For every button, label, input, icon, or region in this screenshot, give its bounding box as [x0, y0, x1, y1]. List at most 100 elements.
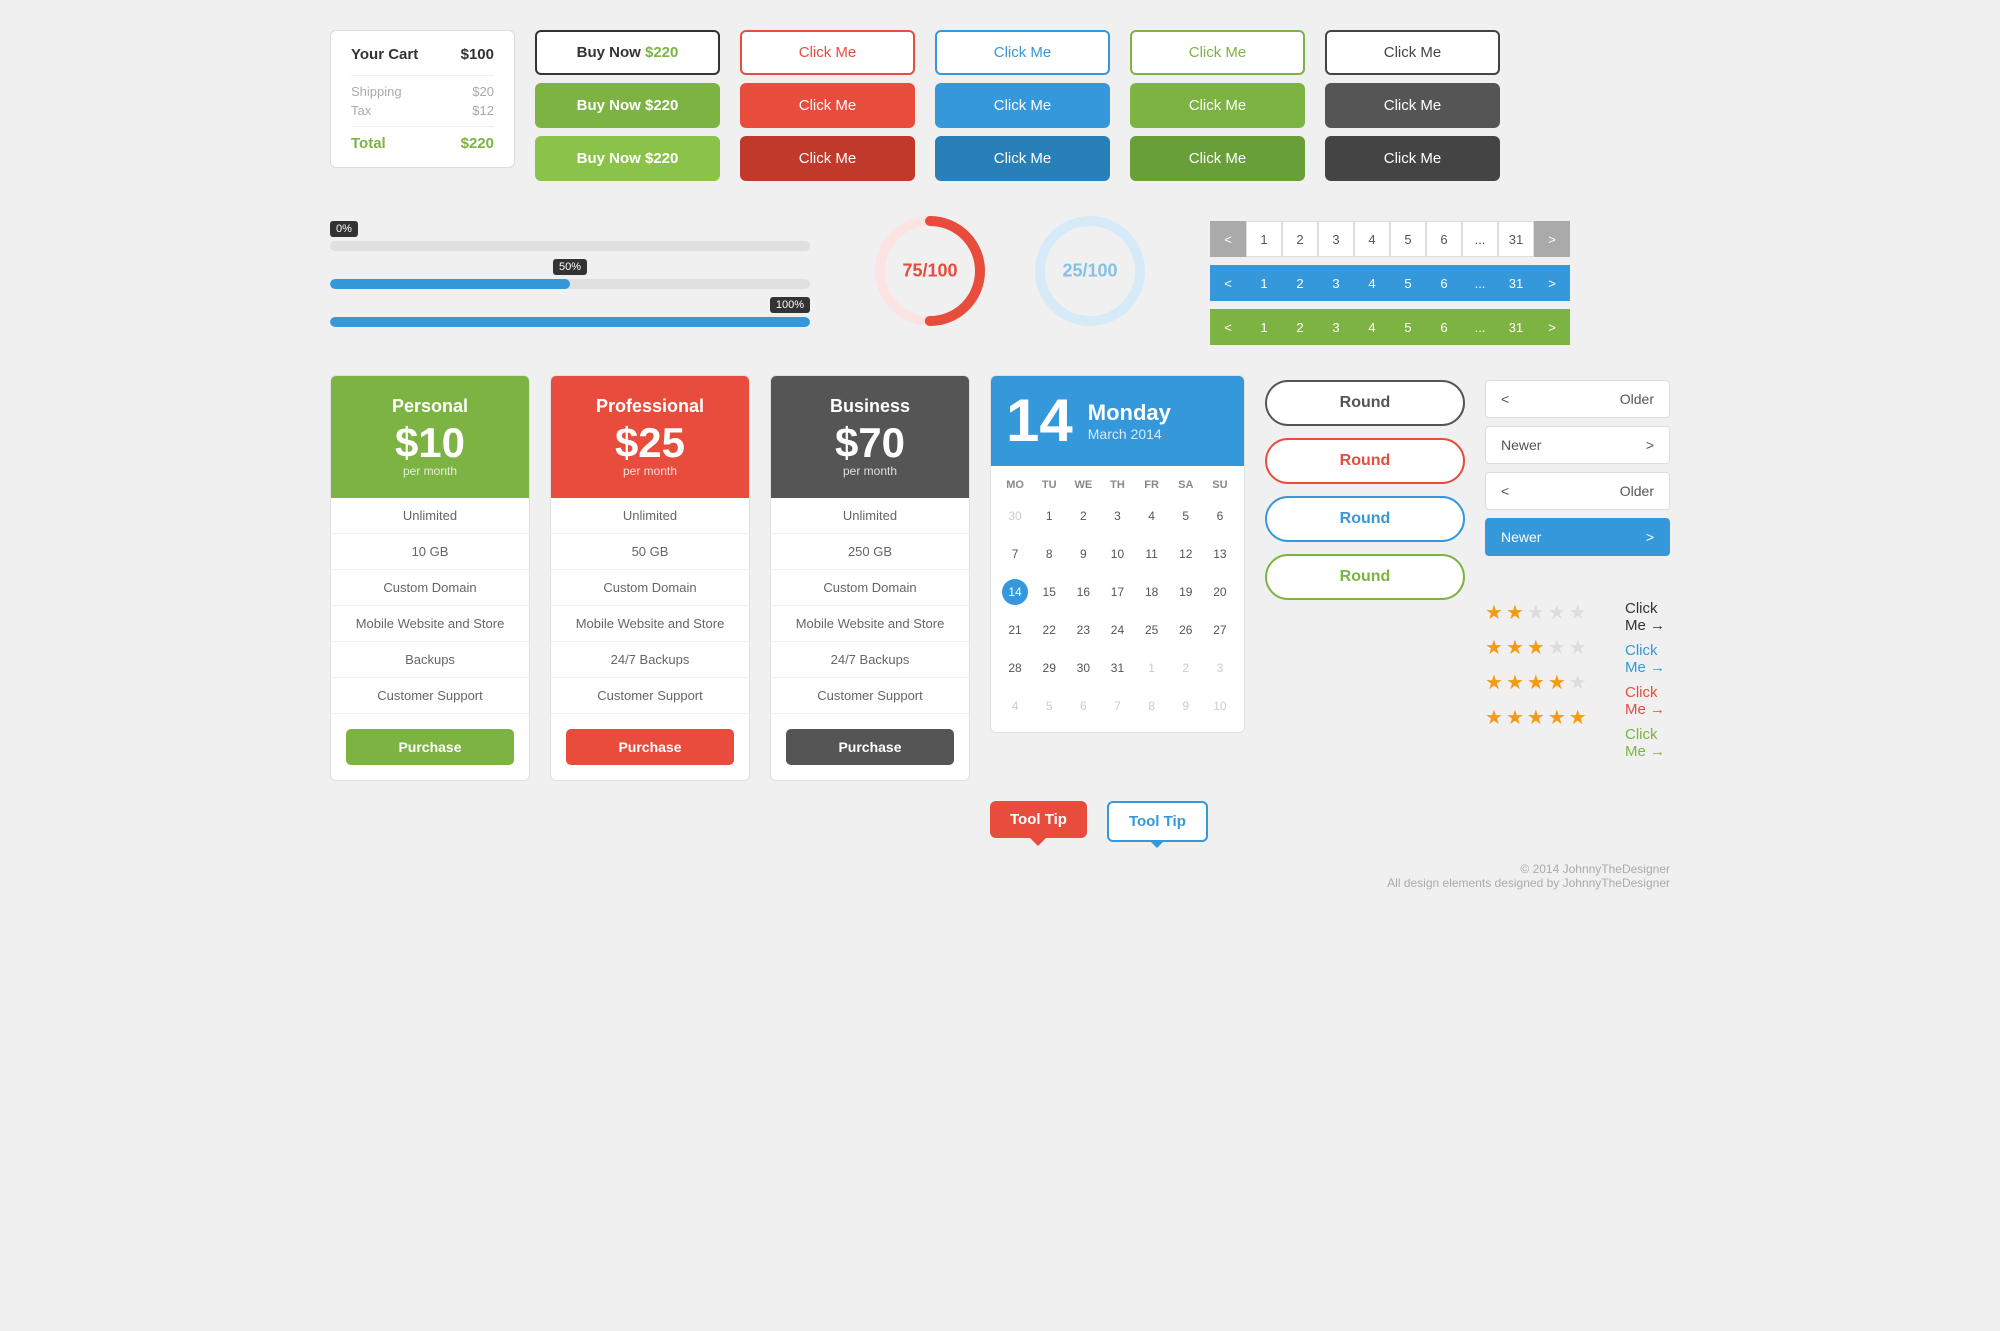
- cal-day[interactable]: 8: [1033, 536, 1065, 572]
- cal-day[interactable]: 8: [1136, 688, 1168, 724]
- round-btn-dark[interactable]: Round: [1265, 380, 1465, 426]
- next-btn-2[interactable]: >: [1534, 265, 1570, 301]
- cal-day[interactable]: 2: [1067, 498, 1099, 534]
- round-btn-green[interactable]: Round: [1265, 554, 1465, 600]
- link-blue[interactable]: Click Me →: [1625, 642, 1670, 676]
- page-4-r1[interactable]: 4: [1354, 221, 1390, 257]
- older-btn-1[interactable]: < Older: [1485, 380, 1670, 418]
- click-me-dark-solid-2[interactable]: Click Me: [1325, 136, 1500, 181]
- click-me-green-solid-1[interactable]: Click Me: [1130, 83, 1305, 128]
- page-1-r3[interactable]: 1: [1246, 309, 1282, 345]
- cal-day[interactable]: 11: [1136, 536, 1168, 572]
- prev-btn-1[interactable]: <: [1210, 221, 1246, 257]
- cal-day[interactable]: 30: [1067, 650, 1099, 686]
- page-31-r3[interactable]: 31: [1498, 309, 1534, 345]
- buy-now-outline-button[interactable]: Buy Now $220: [535, 30, 720, 75]
- cal-day[interactable]: 19: [1170, 574, 1202, 610]
- page-5-r3[interactable]: 5: [1390, 309, 1426, 345]
- buy-now-green-button-1[interactable]: Buy Now $220: [535, 83, 720, 128]
- cal-day[interactable]: 7: [999, 536, 1031, 572]
- page-6-r3[interactable]: 6: [1426, 309, 1462, 345]
- cal-day[interactable]: 23: [1067, 612, 1099, 648]
- progress-track-50[interactable]: [330, 279, 810, 289]
- next-btn-1[interactable]: >: [1534, 221, 1570, 257]
- page-3-r1[interactable]: 3: [1318, 221, 1354, 257]
- cal-day[interactable]: 17: [1101, 574, 1133, 610]
- cal-day[interactable]: 2: [1170, 650, 1202, 686]
- older-btn-2[interactable]: < Older: [1485, 472, 1670, 510]
- newer-btn-2[interactable]: Newer >: [1485, 518, 1670, 556]
- purchase-btn-business[interactable]: Purchase: [786, 729, 954, 765]
- cal-day[interactable]: 5: [1170, 498, 1202, 534]
- page-5-r1[interactable]: 5: [1390, 221, 1426, 257]
- cal-day[interactable]: 3: [1101, 498, 1133, 534]
- link-green[interactable]: Click Me →: [1625, 726, 1670, 760]
- newer-btn-1[interactable]: Newer >: [1485, 426, 1670, 464]
- cal-day[interactable]: 21: [999, 612, 1031, 648]
- page-31-r2[interactable]: 31: [1498, 265, 1534, 301]
- cal-day[interactable]: 4: [999, 688, 1031, 724]
- page-4-r2[interactable]: 4: [1354, 265, 1390, 301]
- round-btn-blue[interactable]: Round: [1265, 496, 1465, 542]
- page-31-r1[interactable]: 31: [1498, 221, 1534, 257]
- link-black[interactable]: Click Me →: [1625, 600, 1670, 634]
- cal-day[interactable]: 25: [1136, 612, 1168, 648]
- page-2-r1[interactable]: 2: [1282, 221, 1318, 257]
- page-1-r1[interactable]: 1: [1246, 221, 1282, 257]
- page-2-r3[interactable]: 2: [1282, 309, 1318, 345]
- cal-day[interactable]: 24: [1101, 612, 1133, 648]
- page-3-r2[interactable]: 3: [1318, 265, 1354, 301]
- cal-day[interactable]: 27: [1204, 612, 1236, 648]
- purchase-btn-personal[interactable]: Purchase: [346, 729, 514, 765]
- cal-day[interactable]: 16: [1067, 574, 1099, 610]
- click-me-red-solid-2[interactable]: Click Me: [740, 136, 915, 181]
- next-btn-3[interactable]: >: [1534, 309, 1570, 345]
- cal-day[interactable]: 29: [1033, 650, 1065, 686]
- cal-day[interactable]: 30: [999, 498, 1031, 534]
- cal-day[interactable]: 12: [1170, 536, 1202, 572]
- click-me-dark-outline[interactable]: Click Me: [1325, 30, 1500, 75]
- cal-day[interactable]: 20: [1204, 574, 1236, 610]
- link-red[interactable]: Click Me →: [1625, 684, 1670, 718]
- purchase-btn-professional[interactable]: Purchase: [566, 729, 734, 765]
- prev-btn-2[interactable]: <: [1210, 265, 1246, 301]
- click-me-blue-solid-2[interactable]: Click Me: [935, 136, 1110, 181]
- page-4-r3[interactable]: 4: [1354, 309, 1390, 345]
- click-me-blue-solid-1[interactable]: Click Me: [935, 83, 1110, 128]
- cal-day[interactable]: 4: [1136, 498, 1168, 534]
- cal-day[interactable]: 3: [1204, 650, 1236, 686]
- click-me-dark-solid-1[interactable]: Click Me: [1325, 83, 1500, 128]
- cal-day[interactable]: 10: [1101, 536, 1133, 572]
- cal-day[interactable]: 7: [1101, 688, 1133, 724]
- click-me-green-solid-2[interactable]: Click Me: [1130, 136, 1305, 181]
- click-me-blue-outline[interactable]: Click Me: [935, 30, 1110, 75]
- page-3-r3[interactable]: 3: [1318, 309, 1354, 345]
- round-btn-red[interactable]: Round: [1265, 438, 1465, 484]
- cal-day[interactable]: 22: [1033, 612, 1065, 648]
- cal-day[interactable]: 10: [1204, 688, 1236, 724]
- page-6-r1[interactable]: 6: [1426, 221, 1462, 257]
- cal-day[interactable]: 5: [1033, 688, 1065, 724]
- page-6-r2[interactable]: 6: [1426, 265, 1462, 301]
- buy-now-green-button-2[interactable]: Buy Now $220: [535, 136, 720, 181]
- click-me-red-outline[interactable]: Click Me: [740, 30, 915, 75]
- cal-day[interactable]: 13: [1204, 536, 1236, 572]
- page-5-r2[interactable]: 5: [1390, 265, 1426, 301]
- prev-btn-3[interactable]: <: [1210, 309, 1246, 345]
- click-me-green-outline[interactable]: Click Me: [1130, 30, 1305, 75]
- cal-day[interactable]: 6: [1067, 688, 1099, 724]
- cal-today-cell[interactable]: 14: [999, 574, 1031, 610]
- cal-day[interactable]: 15: [1033, 574, 1065, 610]
- page-1-r2[interactable]: 1: [1246, 265, 1282, 301]
- cal-day[interactable]: 28: [999, 650, 1031, 686]
- progress-track-100[interactable]: [330, 317, 810, 327]
- cal-day[interactable]: 26: [1170, 612, 1202, 648]
- page-2-r2[interactable]: 2: [1282, 265, 1318, 301]
- cal-day[interactable]: 6: [1204, 498, 1236, 534]
- progress-track-0[interactable]: [330, 241, 810, 251]
- cal-day[interactable]: 18: [1136, 574, 1168, 610]
- cal-day[interactable]: 1: [1136, 650, 1168, 686]
- cal-day[interactable]: 9: [1067, 536, 1099, 572]
- cal-day[interactable]: 9: [1170, 688, 1202, 724]
- cal-day[interactable]: 1: [1033, 498, 1065, 534]
